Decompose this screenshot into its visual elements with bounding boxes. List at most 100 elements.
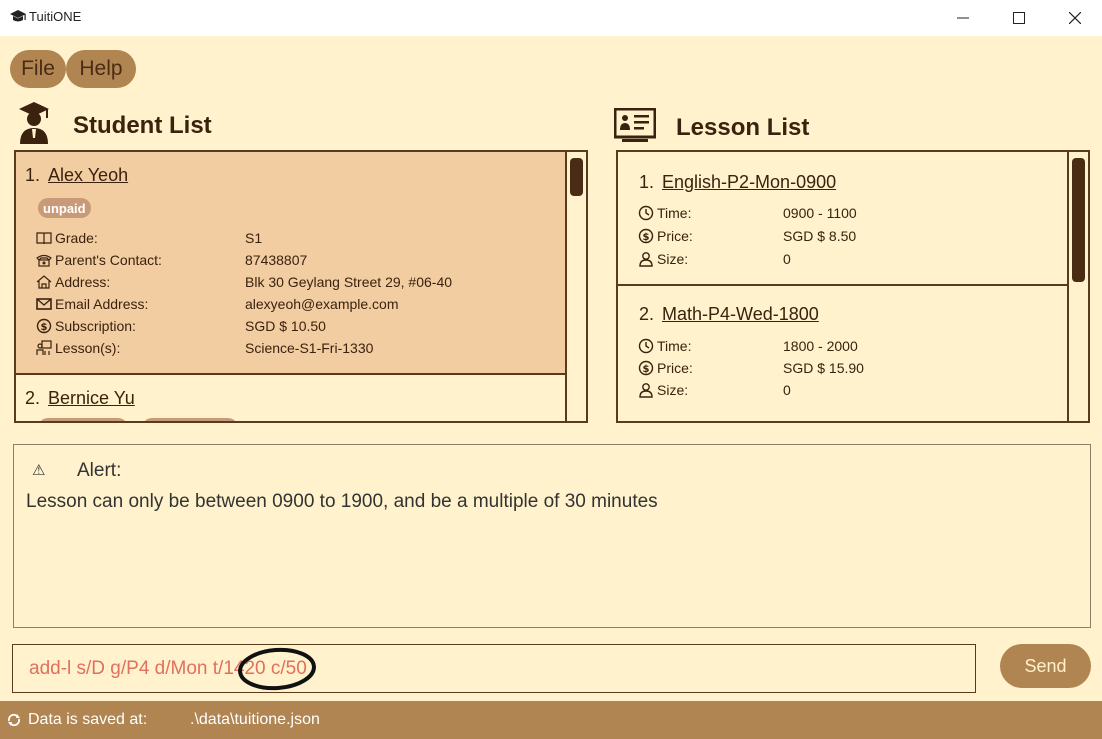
svg-text:$: $	[643, 232, 650, 243]
lesson-name[interactable]: Math-P4-Wed-1800	[662, 304, 819, 324]
student-title: 1. Alex Yeoh	[25, 165, 128, 186]
student-card[interactable]: 1. Alex Yeoh unpaid Grade: S1 Parent's Co…	[16, 152, 567, 375]
price-value: SGD $ 8.50	[783, 228, 857, 244]
price-row: $ Price: SGD $ 8.50	[638, 227, 856, 245]
home-icon	[36, 275, 52, 289]
maximize-button[interactable]	[996, 0, 1042, 36]
lesson-list-panel[interactable]: 1. English-P2-Mon-0900 Time: 0900 - 1100 …	[616, 150, 1090, 423]
lesson-scrollbar[interactable]	[1067, 152, 1088, 421]
save-location-label: Data is saved at:	[28, 711, 148, 728]
lesson-name[interactable]: English-P2-Mon-0900	[662, 172, 836, 192]
contact-row: Parent's Contact: 87438807	[36, 251, 307, 269]
size-row: Size: 0	[638, 250, 791, 268]
grade-row: Grade: S1	[36, 229, 262, 247]
status-badge: unpaid	[38, 198, 91, 218]
alert-message: Lesson can only be between 0900 to 1900,…	[26, 491, 658, 512]
lesson-list-title: Lesson List	[676, 114, 810, 141]
email-label: Email Address:	[55, 296, 149, 312]
window-title: TuitiONE	[29, 9, 82, 24]
price-label: Price:	[657, 228, 693, 244]
lesson-title: 1. English-P2-Mon-0900	[639, 172, 836, 193]
subscription-label: Subscription:	[55, 318, 136, 334]
email-value: alexyeoh@example.com	[245, 296, 399, 312]
time-value: 1800 - 2000	[783, 338, 858, 354]
title-bar: TuitiONE	[0, 0, 1102, 36]
scroll-thumb[interactable]	[1072, 158, 1085, 282]
dollar-icon: $	[638, 360, 654, 376]
lesson-card[interactable]: 2. Math-P4-Wed-1800 Time: 1800 - 2000 $ P…	[618, 288, 1069, 421]
price-row: $ Price: SGD $ 15.90	[638, 359, 864, 377]
time-label: Time:	[657, 338, 692, 354]
close-button[interactable]	[1052, 0, 1098, 36]
lesson-title: 2. Math-P4-Wed-1800	[639, 304, 819, 325]
address-value: Blk 30 Geylang Street 29, #06-40	[245, 274, 453, 290]
subscription-value: SGD $ 10.50	[245, 318, 326, 334]
scroll-thumb[interactable]	[570, 158, 583, 196]
dollar-icon: $	[638, 228, 654, 244]
save-location-path: .\data\tuitione.json	[190, 711, 320, 728]
price-label: Price:	[657, 360, 693, 376]
minimize-button[interactable]	[940, 0, 986, 36]
size-label: Size:	[657, 251, 689, 267]
lessons-label: Lesson(s):	[55, 340, 121, 356]
student-icon	[19, 102, 49, 144]
student-name[interactable]: Alex Yeoh	[48, 165, 128, 185]
price-value: SGD $ 15.90	[783, 360, 864, 376]
warning-icon: ⚠	[32, 461, 46, 479]
status-bar: Data is saved at: .\data\tuitione.json	[0, 701, 1102, 739]
time-value: 0900 - 1100	[783, 205, 857, 221]
alert-panel: ⚠ Alert: Lesson can only be between 0900…	[13, 444, 1091, 628]
size-value: 0	[783, 251, 791, 267]
student-name[interactable]: Bernice Yu	[48, 388, 135, 408]
grade-label: Grade:	[55, 230, 98, 246]
tag-badge	[142, 418, 238, 421]
dollar-icon: $	[36, 318, 52, 334]
circle-annotation	[238, 647, 316, 691]
lesson-index: 2.	[639, 304, 655, 324]
command-input[interactable]: add-l s/D g/P4 d/Mon t/1420 c/50	[12, 644, 976, 693]
size-label: Size:	[657, 382, 689, 398]
address-row: Address: Blk 30 Geylang Street 29, #06-4…	[36, 273, 452, 291]
help-menu[interactable]: Help	[66, 50, 136, 88]
clock-icon	[638, 338, 654, 354]
svg-text:$: $	[643, 364, 650, 375]
alert-label: Alert:	[77, 460, 122, 481]
email-row: Email Address: alexyeoh@example.com	[36, 295, 399, 313]
phone-icon	[36, 254, 52, 267]
lesson-index: 1.	[639, 172, 655, 192]
maximize-icon	[1013, 12, 1025, 24]
lessons-value: Science-S1-Fri-1330	[245, 340, 374, 356]
size-row: Size: 0	[638, 381, 791, 399]
minimize-icon	[957, 17, 969, 19]
time-row: Time: 1800 - 2000	[638, 337, 858, 355]
file-menu[interactable]: File	[10, 50, 66, 88]
time-label: Time:	[657, 205, 692, 221]
person-icon	[639, 383, 653, 398]
contact-label: Parent's Contact:	[55, 252, 162, 268]
person-icon	[639, 252, 653, 267]
grade-value: S1	[245, 230, 263, 246]
contact-value: 87438807	[245, 252, 308, 268]
svg-text:$: $	[41, 322, 48, 333]
lessons-row: Lesson(s): Science-S1-Fri-1330	[36, 339, 373, 357]
book-icon	[36, 232, 52, 245]
graduation-cap-icon	[10, 10, 26, 22]
size-value: 0	[783, 382, 791, 398]
student-title: 2. Bernice Yu	[25, 388, 135, 409]
tag-badge	[38, 418, 128, 421]
subscription-row: $ Subscription: SGD $ 10.50	[36, 317, 326, 335]
clock-icon	[638, 205, 654, 221]
envelope-icon	[36, 298, 52, 310]
close-icon	[1069, 12, 1081, 24]
student-list-title: Student List	[73, 112, 212, 139]
lesson-card[interactable]: 1. English-P2-Mon-0900 Time: 0900 - 1100 …	[618, 152, 1069, 286]
student-index: 2.	[25, 388, 41, 408]
send-button[interactable]: Send	[1000, 644, 1091, 688]
sync-icon	[7, 713, 21, 727]
student-scrollbar[interactable]	[565, 152, 586, 421]
lesson-board-icon	[614, 108, 656, 142]
student-card[interactable]: 2. Bernice Yu	[16, 377, 567, 421]
student-list-panel[interactable]: 1. Alex Yeoh unpaid Grade: S1 Parent's Co…	[14, 150, 588, 423]
time-row: Time: 0900 - 1100	[638, 204, 857, 222]
classroom-icon	[36, 340, 52, 355]
